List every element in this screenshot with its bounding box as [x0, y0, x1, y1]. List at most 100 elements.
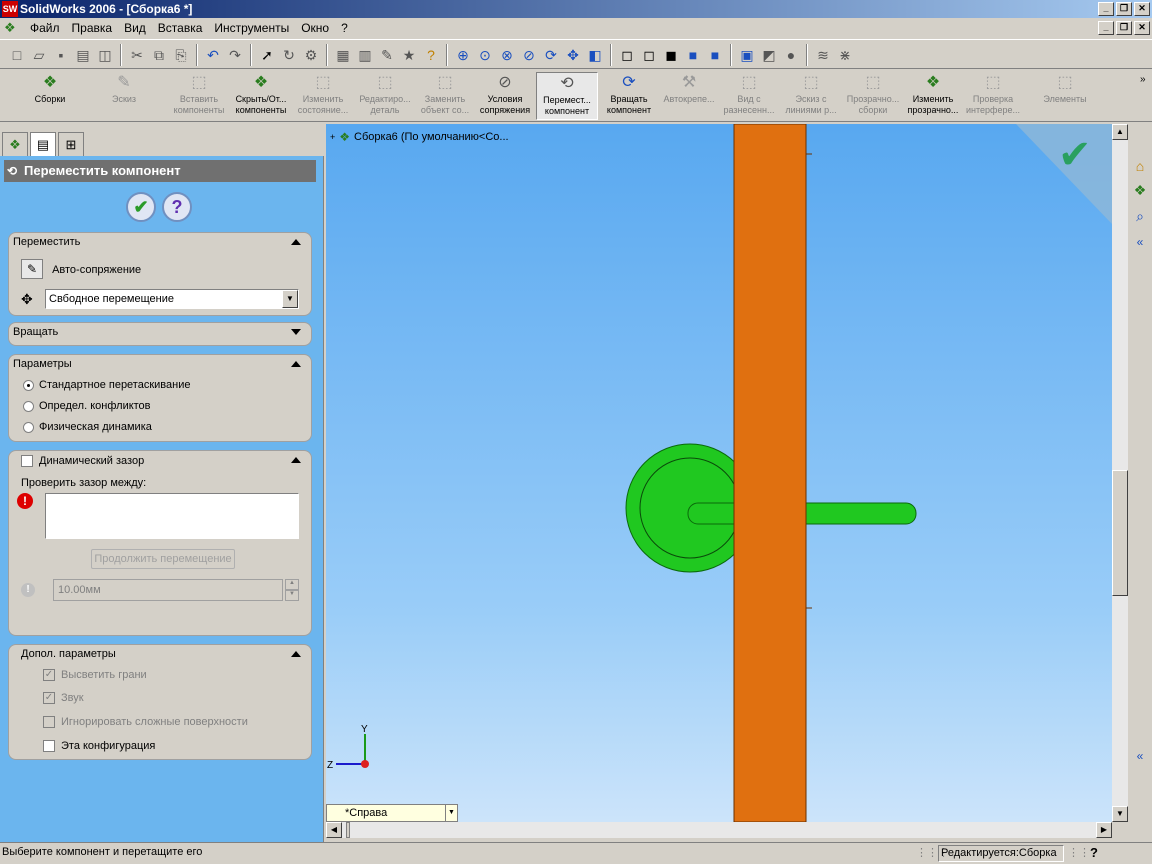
clearance-selection-box[interactable]	[45, 493, 299, 539]
cmd-interference[interactable]: ⬚ Проверка интерфере...	[962, 72, 1024, 120]
move-type-select[interactable]: Свбодное перемещение ▼	[45, 289, 299, 309]
cmd-insert-components[interactable]: ⬚ Вставить компоненты	[168, 72, 230, 120]
scroll-thumb[interactable]	[1112, 470, 1128, 596]
open-icon[interactable]: ▱	[28, 44, 50, 66]
filter-icon[interactable]: ★	[398, 44, 420, 66]
cmd-sketch[interactable]: ✎ Эскиз	[88, 72, 160, 120]
zoom-selection-icon[interactable]: ⊘	[518, 44, 540, 66]
menu-window[interactable]: Окно	[295, 21, 335, 35]
file-explorer-icon[interactable]: ⌕	[1130, 206, 1150, 226]
plate-part[interactable]	[733, 124, 807, 822]
doc-minimize-button[interactable]: _	[1098, 21, 1114, 35]
table-icon[interactable]: ▥	[354, 44, 376, 66]
ok-button[interactable]: ✔	[126, 192, 156, 222]
design-library-icon[interactable]: ❖	[1130, 180, 1150, 200]
paste-icon[interactable]: ⎘	[170, 44, 192, 66]
cmd-mates[interactable]: ⊘ Условия сопряжения	[474, 72, 536, 120]
menu-file[interactable]: Файл	[24, 21, 66, 35]
advanced-group-header[interactable]: Допол. параметры	[21, 648, 116, 660]
preview-icon[interactable]: ◫	[94, 44, 116, 66]
radio-standard-drag[interactable]: Стандартное перетаскивание	[23, 379, 190, 391]
zoom-area-icon[interactable]: ⊙	[474, 44, 496, 66]
collapse-arrow-icon[interactable]	[291, 239, 301, 245]
radio-physical-dynamics[interactable]: Физическая динамика	[23, 421, 152, 433]
radio-control[interactable]	[23, 379, 34, 391]
scroll-right-icon[interactable]: ▶	[1096, 822, 1112, 838]
cmd-move-component[interactable]: ⟲ Перемест... компонент	[536, 72, 598, 120]
shaded-edges-icon[interactable]: ■	[682, 44, 704, 66]
tab-configuration-manager[interactable]: ⊞	[58, 132, 84, 156]
cmd-change-transparency[interactable]: ❖ Изменить прозрачно...	[902, 72, 964, 120]
radio-control[interactable]	[23, 400, 34, 412]
checkbox[interactable]	[43, 740, 55, 753]
menu-help[interactable]: ?	[335, 21, 354, 35]
shadows-icon[interactable]: ▣	[736, 44, 758, 66]
check-sound[interactable]: ✓ Звук	[43, 692, 84, 705]
help-button[interactable]: ?	[162, 192, 192, 222]
overflow-chevron-icon[interactable]: »	[1140, 74, 1146, 85]
home-icon[interactable]: ⌂	[1130, 156, 1150, 176]
expand-plus-icon[interactable]: +	[330, 132, 335, 142]
auto-mate-icon[interactable]: ✎	[21, 259, 43, 279]
radio-control[interactable]	[23, 421, 34, 433]
check-ignore-complex[interactable]: Игнорировать сложные поверхности	[43, 716, 248, 729]
realview-icon[interactable]: ●	[780, 44, 802, 66]
hidden-lines-icon[interactable]: ◻	[638, 44, 660, 66]
expand-pane-bottom-icon[interactable]: «	[1130, 746, 1150, 766]
rebuild-icon[interactable]: ↻	[278, 44, 300, 66]
shaded-icon[interactable]: ■	[704, 44, 726, 66]
cmd-exploded-view[interactable]: ⬚ Вид с разнесенн...	[718, 72, 780, 120]
cmd-features[interactable]: ⬚ Элементы	[1030, 72, 1100, 120]
rotate-group-header[interactable]: Вращать	[13, 326, 58, 338]
cmd-edit-part[interactable]: ⬚ Редактиро... деталь	[354, 72, 416, 120]
sketch-tools-icon[interactable]: ✎	[376, 44, 398, 66]
help-icon[interactable]: ?	[420, 44, 442, 66]
check-this-config[interactable]: Эта конфигурация	[43, 740, 155, 753]
menu-edit[interactable]: Правка	[66, 21, 119, 35]
dropdown-arrow-icon[interactable]: ▼	[445, 805, 457, 821]
cmd-smart-fasteners[interactable]: ⚒ Автокрепе...	[658, 72, 720, 120]
section-view-icon[interactable]: ◩	[758, 44, 780, 66]
radio-collision-detection[interactable]: Определ. конфликтов	[23, 400, 151, 412]
restore-button[interactable]: ❐	[1116, 2, 1132, 16]
minimize-button[interactable]: _	[1098, 2, 1114, 16]
spin-up-icon[interactable]: ▲	[285, 579, 299, 590]
close-button[interactable]: ✕	[1134, 2, 1150, 16]
cmd-assembly-transparency[interactable]: ⬚ Прозрачно... сборки	[842, 72, 904, 120]
menu-insert[interactable]: Вставка	[152, 21, 209, 35]
cmd-hide-show[interactable]: ❖ Скрыть/От... компоненты	[230, 72, 292, 120]
spin-down-icon[interactable]: ▼	[285, 590, 299, 601]
cmd-rotate-component[interactable]: ⟳ Вращать компонент	[598, 72, 660, 120]
select-arrow-icon[interactable]: ➚	[256, 44, 278, 66]
cmd-replace[interactable]: ⬚ Заменить объект со...	[414, 72, 476, 120]
vertical-scrollbar[interactable]: ▲ ▼	[1112, 124, 1128, 822]
tree-root-label[interactable]: Сборка6 (По умолчанию<Со...	[354, 131, 509, 143]
copy-icon[interactable]: ⧉	[148, 44, 170, 66]
rotate-view-icon[interactable]: ⟳	[540, 44, 562, 66]
options-group-header[interactable]: Параметры	[13, 358, 72, 370]
zoom-fit-icon[interactable]: ⊕	[452, 44, 474, 66]
view-name-select[interactable]: *Справа ▼	[326, 804, 458, 822]
menu-view[interactable]: Вид	[118, 21, 152, 35]
tab-property-manager[interactable]: ▤	[30, 132, 56, 156]
new-icon[interactable]: □	[6, 44, 28, 66]
hidden-removed-icon[interactable]: ◼	[660, 44, 682, 66]
wireframe-icon[interactable]: ◻	[616, 44, 638, 66]
graphics-area[interactable]: Y Z ✔ + ❖ Сборка6 (По умолчанию<Со...	[326, 124, 1112, 822]
horizontal-scrollbar[interactable]: ◀ ▶	[326, 822, 1112, 838]
options-icon[interactable]: ⚙	[300, 44, 322, 66]
print-icon[interactable]: ▤	[72, 44, 94, 66]
undo-icon[interactable]: ↶	[202, 44, 224, 66]
tab-feature-tree[interactable]: ❖	[2, 132, 28, 156]
move-group-header[interactable]: Переместить	[13, 236, 80, 248]
grid-icon[interactable]: ▦	[332, 44, 354, 66]
save-icon[interactable]: ▪	[50, 44, 72, 66]
collapse-arrow-icon[interactable]	[291, 361, 301, 367]
solidworks-app-icon[interactable]: SW	[2, 1, 18, 17]
menu-tools[interactable]: Инструменты	[208, 21, 295, 35]
scroll-down-icon[interactable]: ▼	[1112, 806, 1128, 822]
cmd-change-state[interactable]: ⬚ Изменить состояние...	[292, 72, 354, 120]
status-help-icon[interactable]: ?	[1090, 845, 1106, 862]
scroll-left-icon[interactable]: ◀	[326, 822, 342, 838]
zoom-in-out-icon[interactable]: ⊗	[496, 44, 518, 66]
